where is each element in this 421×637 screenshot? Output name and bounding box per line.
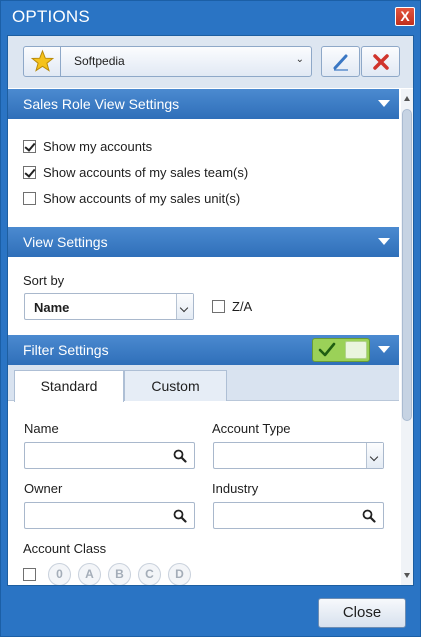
toggle-knob <box>345 341 367 359</box>
scrollbar-thumb[interactable] <box>402 109 412 421</box>
search-icon <box>173 509 187 523</box>
za-label: Z/A <box>232 299 253 314</box>
settings-scroll-area: Sales Role View Settings Show my account… <box>8 89 399 585</box>
industry-field-label: Industry <box>212 481 259 496</box>
account-class-label: Account Class <box>23 541 107 556</box>
show-team-accounts-label: Show accounts of my sales team(s) <box>43 165 249 180</box>
sales-role-header[interactable]: Sales Role View Settings <box>8 89 399 119</box>
view-settings-header-label: View Settings <box>23 234 108 250</box>
search-icon <box>173 449 187 463</box>
collapse-chevron-icon <box>378 346 390 353</box>
delete-profile-button[interactable] <box>361 46 400 77</box>
profile-star-area <box>24 47 61 76</box>
show-my-accounts-label: Show my accounts <box>43 139 153 154</box>
star-icon <box>30 49 55 72</box>
name-search-input[interactable] <box>24 442 195 469</box>
delete-x-icon <box>373 54 389 70</box>
sales-role-header-label: Sales Role View Settings <box>23 96 180 112</box>
collapse-chevron-icon <box>378 100 390 107</box>
show-unit-accounts-checkbox[interactable] <box>23 192 36 205</box>
account-class-d-button[interactable]: D <box>168 563 191 585</box>
show-team-accounts-checkbox[interactable] <box>23 166 36 179</box>
search-icon <box>362 509 376 523</box>
tab-custom[interactable]: Custom <box>124 370 227 401</box>
window-close-button[interactable]: X <box>395 7 415 26</box>
account-class-all-checkbox[interactable] <box>23 568 36 581</box>
account-type-select[interactable] <box>213 442 384 469</box>
filter-tabs: Standard Custom <box>8 365 399 402</box>
filter-settings-header-label: Filter Settings <box>23 342 109 358</box>
show-my-accounts-checkbox[interactable] <box>23 140 36 153</box>
sort-by-select[interactable]: Name <box>24 293 194 320</box>
account-class-a-button[interactable]: A <box>78 563 101 585</box>
collapse-chevron-icon <box>378 238 390 245</box>
chevron-down-icon[interactable] <box>176 294 193 319</box>
window-title: OPTIONS <box>12 7 90 26</box>
chevron-down-icon[interactable] <box>366 443 383 468</box>
scroll-up-arrow-icon[interactable] <box>404 96 410 101</box>
owner-search-input[interactable] <box>24 502 195 529</box>
profile-name: Softpedia <box>74 54 125 68</box>
account-class-b-button[interactable]: B <box>108 563 131 585</box>
sort-by-value: Name <box>34 300 70 315</box>
edit-profile-button[interactable] <box>321 46 360 77</box>
za-checkbox[interactable] <box>212 300 225 313</box>
sort-by-label: Sort by <box>23 273 65 288</box>
show-unit-accounts-label: Show accounts of my sales unit(s) <box>43 191 241 206</box>
chevron-down-icon: ⌄ <box>295 54 304 65</box>
options-window: OPTIONS X Softpedia ⌄ Sales Role View Se… <box>0 0 421 637</box>
account-type-label: Account Type <box>212 421 291 436</box>
profile-bar: Softpedia ⌄ <box>8 36 413 88</box>
tab-standard[interactable]: Standard <box>14 370 124 402</box>
scroll-down-arrow-icon[interactable] <box>404 573 410 578</box>
industry-search-input[interactable] <box>213 502 384 529</box>
options-panel: Softpedia ⌄ Sales Role View Settings Sho… <box>7 35 414 586</box>
view-settings-header[interactable]: View Settings <box>8 227 399 257</box>
name-field-label: Name <box>24 421 59 436</box>
filter-settings-header[interactable]: Filter Settings <box>8 335 399 365</box>
close-button[interactable]: Close <box>318 598 406 628</box>
checkmark-icon <box>318 342 336 357</box>
title-bar: OPTIONS X <box>1 1 420 33</box>
profile-dropdown[interactable]: Softpedia ⌄ <box>23 46 312 77</box>
vertical-scrollbar[interactable] <box>401 89 413 585</box>
owner-field-label: Owner <box>24 481 63 496</box>
filter-enabled-toggle[interactable] <box>312 338 370 362</box>
account-class-0-button[interactable]: 0 <box>48 563 71 585</box>
account-class-c-button[interactable]: C <box>138 563 161 585</box>
pencil-icon <box>333 54 348 71</box>
